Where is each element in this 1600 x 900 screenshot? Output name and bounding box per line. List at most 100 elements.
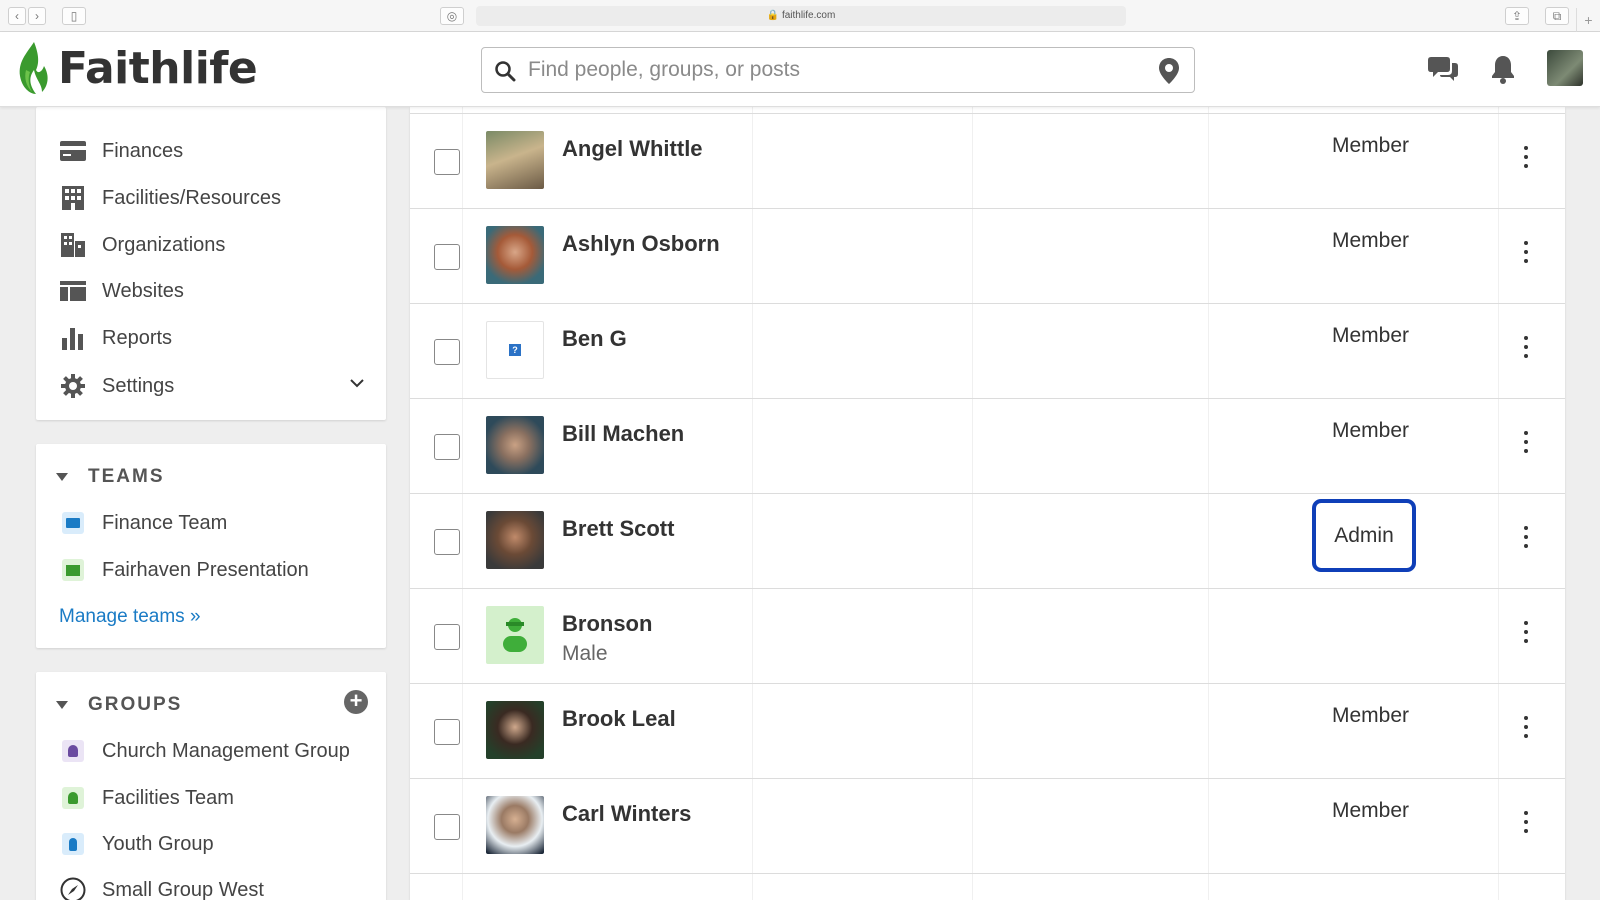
location-pin-icon[interactable] xyxy=(1158,57,1180,85)
sidebar-item-finances[interactable]: Finances xyxy=(36,131,386,171)
more-options-icon[interactable] xyxy=(1520,621,1532,651)
user-avatar[interactable] xyxy=(1547,50,1583,86)
sidebar-item-reports[interactable]: Reports xyxy=(36,318,386,358)
back-icon[interactable]: ‹ xyxy=(8,7,26,25)
bell-icon[interactable] xyxy=(1490,54,1516,84)
member-role: Member xyxy=(1332,704,1410,727)
team-item-fairhaven[interactable]: Fairhaven Presentation xyxy=(36,550,386,590)
member-role[interactable]: Admin xyxy=(1312,499,1416,572)
member-photo[interactable] xyxy=(486,131,544,189)
group-item-church-management[interactable]: Church Management Group xyxy=(36,731,386,771)
teams-card: TEAMS Finance Team Fairhaven Presentatio… xyxy=(36,444,386,648)
sidebar-item-label: Websites xyxy=(102,279,184,302)
sidebar-item-label: Organizations xyxy=(102,233,226,256)
presentation-icon xyxy=(60,557,86,583)
member-checkbox[interactable] xyxy=(434,149,460,175)
member-checkbox[interactable] xyxy=(434,624,460,650)
sidebar-toggle-icon[interactable]: ▯ xyxy=(62,7,86,25)
member-photo[interactable] xyxy=(486,416,544,474)
search-box[interactable] xyxy=(481,47,1195,93)
more-options-icon[interactable] xyxy=(1520,716,1532,746)
manage-teams-link[interactable]: Manage teams » xyxy=(59,606,201,628)
privacy-icon[interactable]: ◎ xyxy=(440,7,464,25)
groups-card: GROUPS + Church Management Group Facilit… xyxy=(36,672,386,900)
sidebar-item-websites[interactable]: Websites xyxy=(36,271,386,311)
faithlife-logo[interactable]: Faithlife xyxy=(16,40,258,96)
list-top-border xyxy=(410,107,1565,114)
member-name[interactable]: Brett Scott xyxy=(562,516,674,542)
gear-icon xyxy=(60,373,86,399)
member-subtitle: Male xyxy=(562,642,608,665)
group-item-facilities-team[interactable]: Facilities Team xyxy=(36,778,386,818)
sidebar-item-label: Facilities/Resources xyxy=(102,186,281,209)
team-label: Fairhaven Presentation xyxy=(102,558,309,581)
member-role: Member xyxy=(1332,799,1410,822)
groups-header[interactable]: GROUPS xyxy=(56,694,182,716)
group-item-youth[interactable]: Youth Group xyxy=(36,824,386,864)
member-checkbox[interactable] xyxy=(434,339,460,365)
member-checkbox[interactable] xyxy=(434,529,460,555)
member-photo[interactable] xyxy=(486,226,544,284)
admin-nav-card: Communications Finances Facilities/Resou… xyxy=(36,92,386,420)
member-row[interactable]: Carl Winters Member xyxy=(410,779,1565,874)
search-input[interactable] xyxy=(528,54,1128,86)
member-name[interactable]: Bronson xyxy=(562,611,652,637)
teams-title: TEAMS xyxy=(88,466,165,487)
member-photo[interactable] xyxy=(486,796,544,854)
group-item-small-group-west[interactable]: Small Group West xyxy=(36,870,386,900)
default-avatar-icon xyxy=(503,618,527,652)
member-name[interactable]: Bill Machen xyxy=(562,421,684,447)
team-item-finance[interactable]: Finance Team xyxy=(36,503,386,543)
member-photo[interactable] xyxy=(486,511,544,569)
member-name[interactable]: Ashlyn Osborn xyxy=(562,231,720,257)
member-checkbox[interactable] xyxy=(434,434,460,460)
more-options-icon[interactable] xyxy=(1520,811,1532,841)
tabs-icon[interactable]: ⧉ xyxy=(1545,7,1569,25)
bar-chart-icon xyxy=(60,325,86,351)
sidebar-item-organizations[interactable]: Organizations xyxy=(36,225,386,265)
url-text: faithlife.com xyxy=(781,10,836,21)
group-label: Church Management Group xyxy=(102,739,350,762)
website-icon xyxy=(60,278,86,304)
member-row[interactable]: Angel Whittle Member xyxy=(410,114,1565,209)
member-checkbox[interactable] xyxy=(434,814,460,840)
member-photo[interactable]: ? xyxy=(486,321,544,379)
member-row[interactable]: ? Ben G Member xyxy=(410,304,1565,399)
sidebar-item-settings[interactable]: Settings xyxy=(36,366,386,406)
finance-team-icon xyxy=(60,510,86,536)
member-row[interactable]: Bill Machen Member xyxy=(410,399,1565,494)
compass-icon xyxy=(60,877,86,900)
facilities-team-icon xyxy=(60,785,86,811)
member-role: Member xyxy=(1332,419,1410,442)
group-label: Facilities Team xyxy=(102,786,234,809)
member-row[interactable]: Bronson Male xyxy=(410,589,1565,684)
forward-icon[interactable]: › xyxy=(28,7,46,25)
add-group-button[interactable]: + xyxy=(344,690,368,714)
share-icon[interactable]: ⇪ xyxy=(1505,7,1529,25)
member-photo[interactable] xyxy=(486,606,544,664)
member-photo[interactable] xyxy=(486,701,544,759)
member-row[interactable]: Brett Scott Admin xyxy=(410,494,1565,589)
member-checkbox[interactable] xyxy=(434,244,460,270)
address-bar[interactable]: 🔒 faithlife.com xyxy=(476,6,1126,26)
placeholder-image-icon: ? xyxy=(509,344,521,356)
member-name[interactable]: Carl Winters xyxy=(562,801,691,827)
member-name[interactable]: Ben G xyxy=(562,326,627,352)
sidebar-item-label: Finances xyxy=(102,139,184,162)
member-row[interactable]: Ashlyn Osborn Member xyxy=(410,209,1565,304)
more-options-icon[interactable] xyxy=(1520,431,1532,461)
more-options-icon[interactable] xyxy=(1520,336,1532,366)
teams-header[interactable]: TEAMS xyxy=(56,466,165,488)
more-options-icon[interactable] xyxy=(1520,526,1532,556)
chat-icon[interactable] xyxy=(1428,54,1458,82)
youth-group-icon xyxy=(60,831,86,857)
sidebar-item-facilities[interactable]: Facilities/Resources xyxy=(36,178,386,218)
member-name[interactable]: Angel Whittle xyxy=(562,136,703,162)
member-name[interactable]: Brook Leal xyxy=(562,706,676,732)
chevron-down-icon[interactable] xyxy=(350,378,364,388)
member-row[interactable]: Brook Leal Member xyxy=(410,684,1565,779)
more-options-icon[interactable] xyxy=(1520,241,1532,271)
new-tab-button[interactable]: + xyxy=(1576,8,1600,32)
more-options-icon[interactable] xyxy=(1520,146,1532,176)
member-checkbox[interactable] xyxy=(434,719,460,745)
